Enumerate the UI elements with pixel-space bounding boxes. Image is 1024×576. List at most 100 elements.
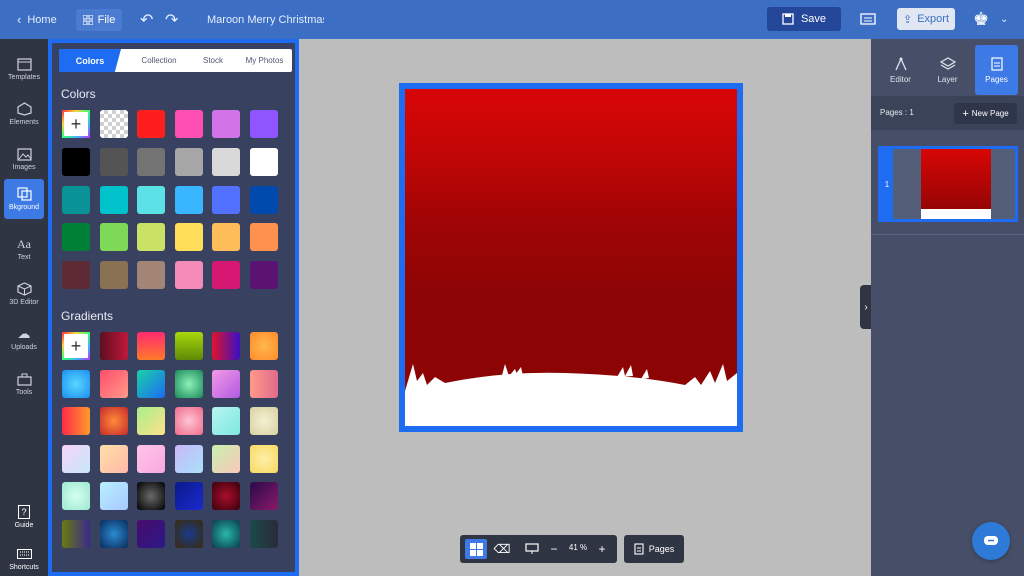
gradient-swatch[interactable] [174, 520, 203, 548]
home-button[interactable]: ‹ Home [17, 0, 57, 39]
gradient-swatch[interactable] [212, 482, 240, 511]
tab-pages[interactable]: Pages [975, 45, 1018, 95]
tab-collection[interactable]: Collection [129, 49, 189, 72]
color-swatch[interactable] [212, 147, 240, 176]
tab-layer[interactable]: Layer [926, 45, 969, 95]
nav-tools[interactable]: Tools [4, 364, 44, 404]
gradient-swatch[interactable] [249, 520, 278, 548]
gradient-swatch[interactable] [249, 332, 278, 360]
nav-elements[interactable]: Elements [4, 94, 44, 134]
color-swatch[interactable] [174, 147, 203, 176]
color-swatch[interactable] [62, 147, 90, 176]
color-swatch[interactable] [137, 223, 165, 252]
color-swatch[interactable] [249, 185, 278, 214]
gradient-swatch[interactable] [174, 482, 203, 511]
gradient-swatch[interactable] [212, 332, 240, 360]
gradient-swatch[interactable] [99, 520, 128, 548]
color-swatch[interactable] [99, 223, 128, 252]
color-swatch[interactable] [137, 147, 165, 176]
grid-view-button[interactable] [465, 539, 487, 559]
pages-button[interactable]: Pages [624, 535, 684, 563]
zoom-out-button[interactable]: − [548, 540, 560, 558]
nav-3d-editor[interactable]: 3D Editor [4, 274, 44, 314]
page-thumbnail[interactable]: 1 [878, 146, 1018, 222]
new-page-button[interactable]: + New Page [954, 103, 1017, 124]
color-swatch[interactable] [174, 110, 203, 138]
gradient-swatch[interactable] [62, 369, 90, 398]
gradient-swatch[interactable] [212, 407, 240, 436]
design-canvas[interactable] [399, 83, 743, 432]
nav-uploads[interactable]: ☁ Uploads [4, 319, 44, 359]
color-swatch[interactable] [212, 223, 240, 252]
gradient-swatch[interactable] [174, 369, 203, 398]
tab-stock[interactable]: Stock [191, 49, 235, 72]
gradient-swatch[interactable] [249, 482, 278, 511]
document-title[interactable]: Maroon Merry Christmas ( [207, 0, 324, 39]
tab-my-photos[interactable]: My Photos [237, 49, 292, 72]
zoom-in-button[interactable]: + [596, 540, 608, 558]
save-button[interactable]: Save [767, 7, 841, 31]
gradient-swatch[interactable] [249, 369, 278, 398]
color-swatch[interactable] [249, 261, 278, 290]
gradient-swatch[interactable] [62, 482, 90, 511]
gradient-swatch[interactable] [99, 444, 128, 473]
gradient-swatch[interactable] [212, 369, 240, 398]
gradient-swatch[interactable] [249, 407, 278, 436]
gradient-swatch[interactable] [249, 444, 278, 473]
undo-button[interactable]: ↶ [140, 0, 153, 39]
color-swatch[interactable] [62, 223, 90, 252]
chat-button[interactable] [972, 522, 1010, 560]
color-swatch[interactable] [249, 147, 278, 176]
file-button[interactable]: File [76, 9, 122, 31]
color-swatch[interactable] [137, 261, 165, 290]
gradient-swatch[interactable] [99, 332, 128, 360]
color-swatch[interactable] [174, 261, 203, 290]
color-swatch[interactable] [249, 223, 278, 252]
nav-templates[interactable]: Templates [4, 49, 44, 89]
gradient-swatch[interactable] [137, 407, 165, 436]
gradient-swatch[interactable] [212, 520, 240, 548]
nav-text[interactable]: Aa Text [4, 229, 44, 269]
color-swatch[interactable] [99, 147, 128, 176]
tab-editor[interactable]: Editor [879, 45, 922, 95]
comments-button[interactable] [860, 0, 876, 39]
gradient-swatch[interactable] [137, 520, 165, 548]
transparent-swatch[interactable] [99, 110, 128, 138]
gradient-swatch[interactable] [62, 520, 90, 548]
gradient-swatch[interactable] [99, 482, 128, 511]
gradient-swatch[interactable] [137, 369, 165, 398]
gradient-swatch[interactable] [137, 444, 165, 473]
add-color-button[interactable]: + [62, 110, 90, 138]
gradient-swatch[interactable] [62, 444, 90, 473]
user-avatar[interactable]: ♚ [973, 0, 989, 39]
present-button[interactable] [522, 539, 542, 559]
color-swatch[interactable] [212, 261, 240, 290]
color-swatch[interactable] [99, 185, 128, 214]
redo-button[interactable]: ↷ [165, 0, 178, 39]
gradient-swatch[interactable] [137, 482, 165, 511]
gradient-swatch[interactable] [174, 444, 203, 473]
color-swatch[interactable] [174, 223, 203, 252]
gradient-swatch[interactable] [62, 407, 90, 436]
color-swatch[interactable] [174, 185, 203, 214]
color-swatch[interactable] [99, 261, 128, 290]
gradient-swatch[interactable] [137, 332, 165, 360]
color-swatch[interactable] [212, 110, 240, 138]
gradient-swatch[interactable] [99, 369, 128, 398]
color-swatch[interactable] [212, 185, 240, 214]
color-swatch[interactable] [137, 185, 165, 214]
gradient-swatch[interactable] [174, 407, 203, 436]
color-swatch[interactable] [249, 110, 278, 138]
color-swatch[interactable] [137, 110, 165, 138]
account-menu-button[interactable]: ⌄ [1000, 0, 1008, 39]
eraser-button[interactable]: ⌫ [492, 539, 512, 559]
zoom-level[interactable]: 41 % [564, 543, 592, 552]
nav-background[interactable]: Bkground [4, 179, 44, 219]
export-button[interactable]: ⇪ Export [897, 8, 955, 30]
tab-colors[interactable]: Colors [59, 49, 121, 72]
color-swatch[interactable] [62, 185, 90, 214]
gradient-swatch[interactable] [212, 444, 240, 473]
shortcuts-button[interactable]: Shortcuts [2, 539, 46, 576]
gradient-swatch[interactable] [99, 407, 128, 436]
nav-images[interactable]: Images [4, 139, 44, 179]
